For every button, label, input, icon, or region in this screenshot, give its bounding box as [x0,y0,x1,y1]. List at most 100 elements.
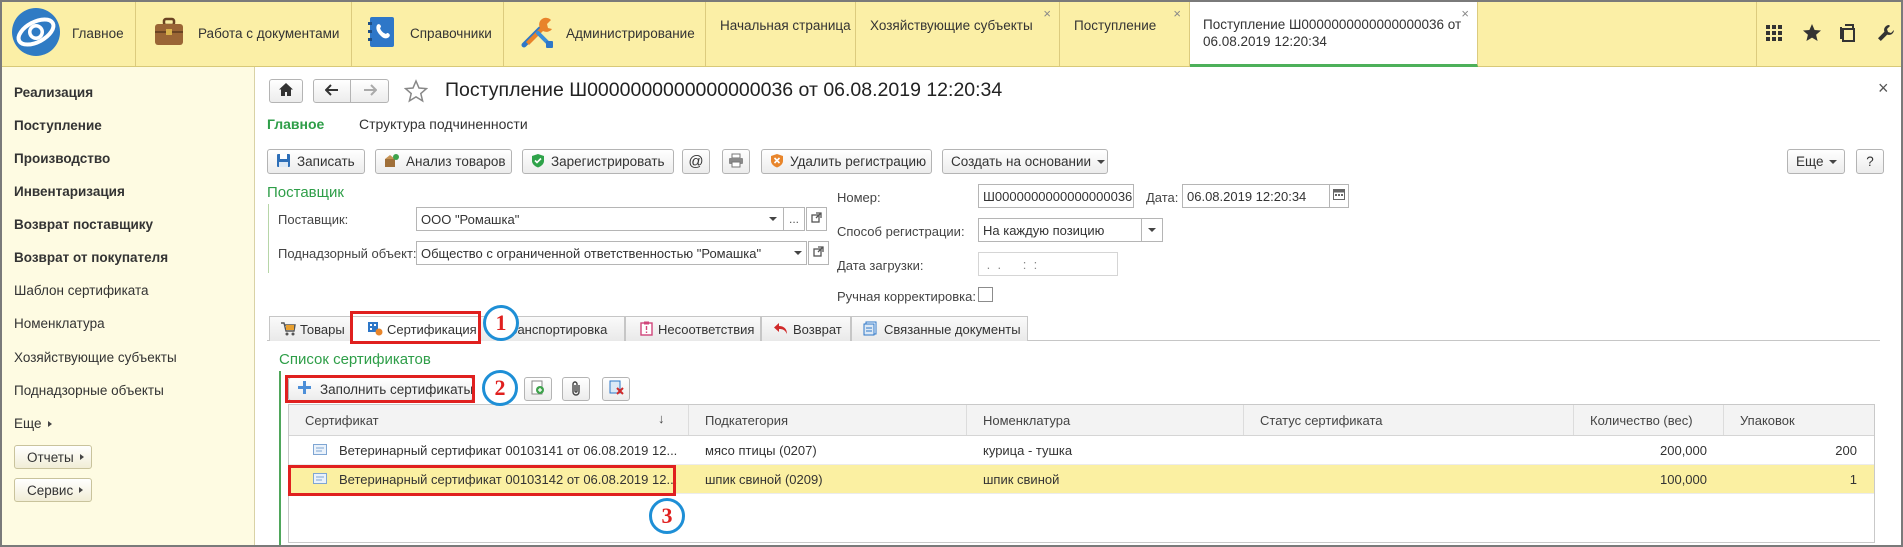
open-tab-receipts[interactable]: Поступление × [1060,0,1190,66]
close-tab-button[interactable]: × [1043,6,1051,21]
delete-certificate-button[interactable] [602,377,630,401]
column-header-quantity[interactable]: Количество (вес) [1574,405,1724,435]
column-header-packages[interactable]: Упаковок [1724,405,1874,435]
column-header-nomenclature[interactable]: Номенклатура [967,405,1244,435]
tab-nonconformities[interactable]: Несоответствия [625,316,761,341]
table-row-selected[interactable]: Ветеринарный сертификат 00103142 от 06.0… [289,465,1874,494]
close-form-button[interactable]: × [1878,78,1889,99]
sidebar-item-certificate-template[interactable]: Шаблон сертификата [14,283,149,298]
form-nav-main[interactable]: Главное [267,116,324,132]
table-header: Сертификат ↓ Подкатегория Номенклатура С… [289,405,1874,436]
more-actions-button[interactable]: Еще [1787,149,1845,174]
sidebar-item-supervised-objects[interactable]: Поднадзорные объекты [14,383,164,398]
email-button[interactable]: @ [682,149,710,174]
star-icon[interactable] [1799,20,1825,46]
section-documents[interactable]: Работа с документами [136,0,352,66]
cell-status [1244,436,1574,464]
load-date-input[interactable]: . . : : [978,252,1118,276]
back-button[interactable] [313,79,351,103]
section-home-label: Главное [72,25,124,41]
sidebar-more[interactable]: Еще [14,416,53,431]
registration-method-select[interactable]: На каждую позицию [978,218,1142,242]
cell-text: Ветеринарный сертификат 00103141 от 06.0… [339,442,678,458]
open-tab-economic-entities[interactable]: Хозяйствующие субъекты × [856,0,1060,66]
supplier-dropdown-button[interactable] [762,207,784,231]
help-button[interactable]: ? [1856,149,1884,174]
supervised-object-open-button[interactable] [808,241,829,265]
tab-linked-documents-label: Связанные документы [884,322,1021,337]
open-tab-label-line2: 06.08.2019 12:20:34 [1203,34,1327,49]
reports-button-label: Отчеты [27,449,74,465]
section-administration[interactable]: Администрирование [504,0,706,66]
manual-correction-label: Ручная корректировка: [837,289,976,304]
column-header-status[interactable]: Статус сертификата [1244,405,1574,435]
fill-certificates-button[interactable]: Заполнить сертификаты [288,377,473,401]
sidebar-item-nomenclature[interactable]: Номенклатура [14,316,105,331]
open-tab-receipt-document[interactable]: Поступление Ш0000000000000000036 от 06.0… [1190,0,1478,67]
cell-nomenclature: курица - тушка [983,442,1073,458]
sidebar-item-inventory[interactable]: Инвентаризация [14,184,125,199]
analyze-goods-button[interactable]: Анализ товаров [375,149,512,174]
tab-return[interactable]: Возврат [761,316,851,341]
date-input[interactable]: 06.08.2019 12:20:34 [1182,184,1330,208]
supplier-select-button[interactable]: ... [784,207,805,231]
save-button[interactable]: Записать [267,149,365,174]
cell-subcategory: шпик свиной (0209) [705,471,823,487]
section-home[interactable]: Главное [0,0,136,66]
tools-icon [518,13,556,54]
supplier-open-button[interactable] [806,207,827,231]
sidebar-item-production[interactable]: Производство [14,151,110,166]
forward-button[interactable] [351,79,389,103]
manual-correction-checkbox[interactable] [978,287,993,302]
register-button-label: Зарегистрировать [551,154,665,169]
delete-registration-button[interactable]: Удалить регистрацию [761,149,932,174]
floppy-disk-icon [276,153,291,171]
column-header-certificate[interactable]: Сертификат ↓ [289,405,689,435]
service-button[interactable]: Сервис [14,478,92,502]
number-label: Номер: [837,190,881,205]
grid-icon[interactable] [1761,20,1787,46]
close-tab-button[interactable]: × [1461,6,1469,21]
supplier-input[interactable]: ООО "Ромашка" [416,207,763,231]
supervised-object-dropdown-button[interactable] [790,241,807,265]
sidebar-item-economic-entities[interactable]: Хозяйствующие субъекты [14,350,177,365]
cell-certificate: Ветеринарный сертификат 00103142 от 06.0… [289,465,689,493]
tab-goods[interactable]: Товары [269,316,351,341]
copy-icon[interactable] [1836,20,1862,46]
print-button[interactable] [722,149,750,174]
page-title: Поступление Ш0000000000000000036 от 06.0… [445,79,1003,101]
registration-method-dropdown-button[interactable] [1141,218,1163,242]
reports-button[interactable]: Отчеты [14,445,92,469]
dropdown-arrow-icon [1829,159,1838,164]
create-based-on-button[interactable]: Создать на основании [942,149,1108,174]
tab-nonconformities-label: Несоответствия [658,322,755,337]
form-nav-subordination[interactable]: Структура подчиненности [359,116,528,132]
wrench-icon[interactable] [1873,20,1899,46]
attach-file-button[interactable] [562,377,590,401]
supervised-object-label: Поднадзорный объект: [278,246,417,261]
goods-analysis-icon [384,153,400,171]
save-button-label: Записать [297,154,355,169]
add-certificate-button[interactable] [524,377,552,401]
supervised-object-input[interactable]: Общество с ограниченной ответственностью… [416,241,791,265]
sidebar-item-sales[interactable]: Реализация [14,85,93,100]
close-tab-button[interactable]: × [1173,6,1181,21]
date-calendar-button[interactable] [1329,184,1349,208]
home-button[interactable] [269,79,303,103]
section-directories[interactable]: Справочники [352,0,504,66]
sidebar-item-return-from-customer[interactable]: Возврат от покупателя [14,250,168,265]
dropdown-arrow-icon [794,251,802,255]
tab-certification[interactable]: Сертификация [351,316,480,342]
favorite-star-icon[interactable] [403,79,429,106]
sidebar-item-receipts[interactable]: Поступление [14,118,102,133]
number-input[interactable]: Ш0000000000000000036 [978,184,1134,208]
sidebar-item-return-to-supplier[interactable]: Возврат поставщику [14,217,153,232]
clipboard-icon [640,321,653,339]
open-tab-home-page[interactable]: Начальная страница [706,0,856,66]
table-row[interactable]: Ветеринарный сертификат 00103141 от 06.0… [289,436,1874,465]
certificate-icon [367,321,383,339]
column-header-subcategory[interactable]: Подкатегория [689,405,967,435]
tab-linked-documents[interactable]: Связанные документы [851,316,1028,341]
cell-nomenclature: шпик свиной [983,471,1060,487]
register-button[interactable]: Зарегистрировать [522,149,674,174]
